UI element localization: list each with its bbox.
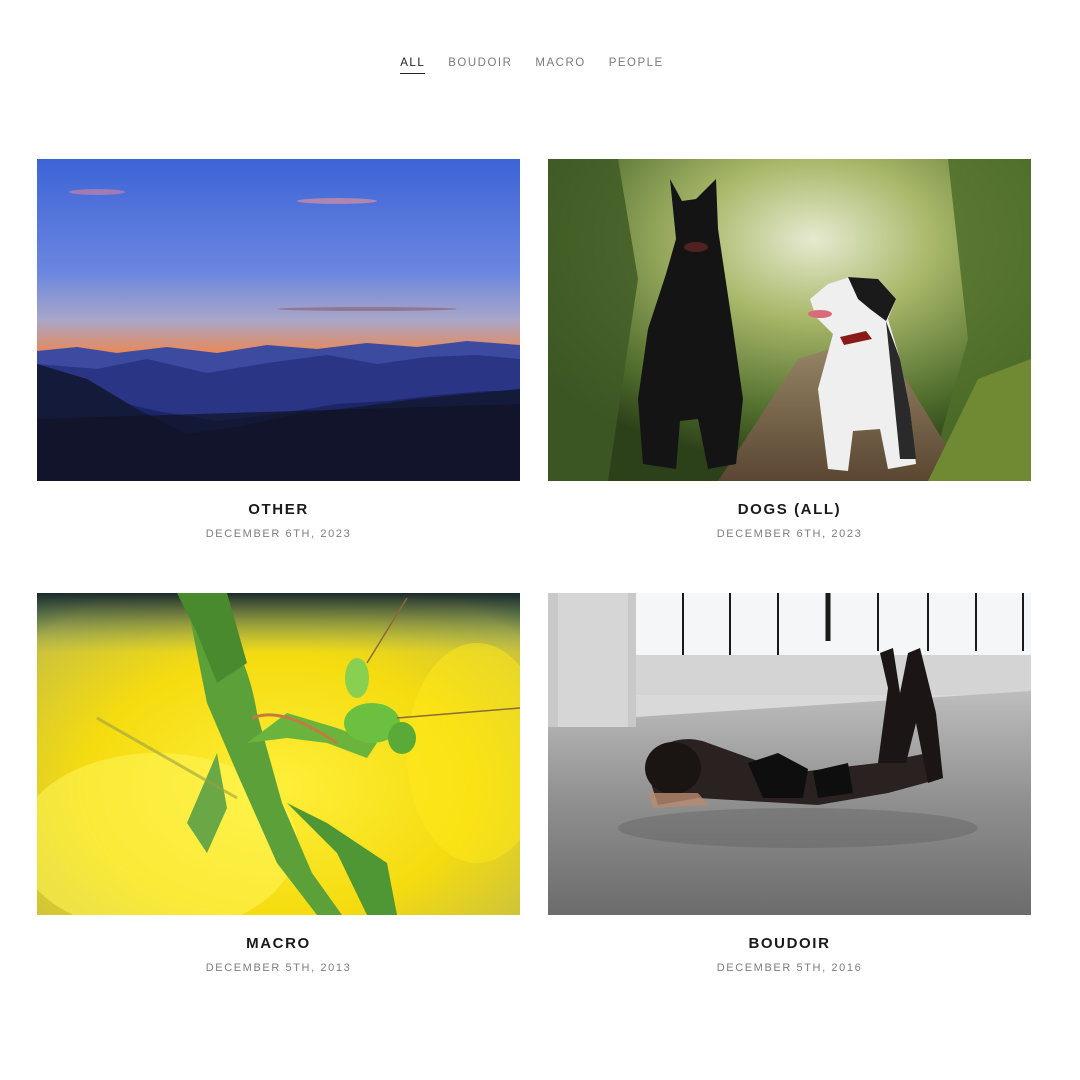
sunset-mountains-photo[interactable] bbox=[37, 159, 520, 481]
gallery-title[interactable]: DOGS (ALL) bbox=[548, 501, 1031, 519]
gallery-card-macro: MACRO DECEMBER 5TH, 2013 bbox=[37, 593, 520, 975]
gallery-card-boudoir: BOUDOIR DECEMBER 5TH, 2016 bbox=[548, 593, 1031, 975]
gallery-title[interactable]: BOUDOIR bbox=[548, 935, 1031, 953]
filter-boudoir[interactable]: BOUDOIR bbox=[448, 56, 512, 74]
filter-people[interactable]: PEOPLE bbox=[609, 56, 664, 74]
filter-all[interactable]: ALL bbox=[400, 56, 426, 74]
gallery-title[interactable]: OTHER bbox=[37, 501, 520, 519]
gallery-date: DECEMBER 5TH, 2016 bbox=[716, 962, 863, 974]
gallery-date: DECEMBER 6TH, 2023 bbox=[716, 528, 863, 540]
praying-mantis-photo[interactable] bbox=[37, 593, 520, 915]
gallery-title[interactable]: MACRO bbox=[37, 935, 520, 953]
portfolio-page: ALL BOUDOIR MACRO PEOPLE OTHER DECEMBER … bbox=[0, 0, 1080, 1080]
gallery-card-dogs: DOGS (ALL) DECEMBER 6TH, 2023 bbox=[548, 159, 1031, 541]
two-dogs-photo[interactable] bbox=[548, 159, 1031, 481]
category-filter-nav: ALL BOUDOIR MACRO PEOPLE bbox=[0, 56, 1072, 74]
gallery-date: DECEMBER 6TH, 2023 bbox=[205, 528, 352, 540]
woman-on-floor-photo[interactable] bbox=[548, 593, 1031, 915]
filter-macro[interactable]: MACRO bbox=[535, 56, 585, 74]
gallery-date: DECEMBER 5TH, 2013 bbox=[205, 962, 352, 974]
gallery-card-other: OTHER DECEMBER 6TH, 2023 bbox=[37, 159, 520, 541]
